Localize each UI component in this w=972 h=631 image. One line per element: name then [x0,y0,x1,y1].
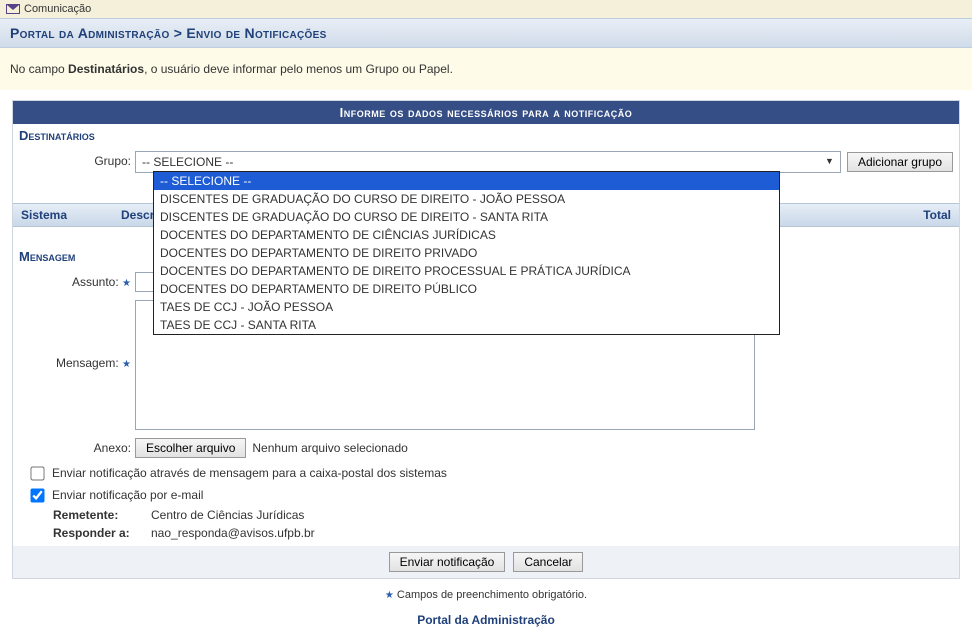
col-sistema: Sistema [13,204,113,226]
grupo-option[interactable]: DOCENTES DO DEPARTAMENTO DE DIREITO PÚBL… [154,280,779,298]
mail-icon [6,4,20,14]
header-bar: Comunicação [0,0,972,18]
no-file-text: Nenhum arquivo selecionado [252,441,407,455]
hint-suffix: , o usuário deve informar pelo menos um … [144,62,453,76]
form-title: Informe os dados necessários para a noti… [13,101,959,124]
chk-caixa-label: Enviar notificação através de mensagem p… [52,466,447,480]
responder-label: Responder a: [53,526,145,540]
grupo-option-selected[interactable]: -- SELECIONE -- [154,172,779,190]
breadcrumb: Portal da Administração > Envio de Notif… [0,18,972,48]
remetente-label: Remetente: [53,508,145,522]
choose-file-button[interactable]: Escolher arquivo [135,438,246,458]
required-star-icon: ★ [385,590,394,601]
grupo-option[interactable]: DISCENTES DE GRADUAÇÃO DO CURSO DE DIREI… [154,208,779,226]
grupo-label: Grupo: [19,151,135,168]
mensagem-label: Mensagem: [56,356,119,370]
required-star-icon: ★ [122,278,131,289]
hint-bold: Destinatários [68,62,144,76]
grupo-option[interactable]: DOCENTES DO DEPARTAMENTO DE DIREITO PRIV… [154,244,779,262]
breadcrumb-text: Portal da Administração > Envio de Notif… [10,25,327,41]
required-note: ★ Campos de preenchimento obrigatório. [0,581,972,609]
grupo-option[interactable]: TAES DE CCJ - JOÃO PESSOA [154,298,779,316]
chk-email-row: Enviar notificação por e-mail [13,484,959,506]
form-container: Informe os dados necessários para a noti… [12,100,960,579]
hint-prefix: No campo [10,62,68,76]
remetente-value: Centro de Ciências Jurídicas [151,508,304,522]
grupo-option[interactable]: DISCENTES DE GRADUAÇÃO DO CURSO DE DIREI… [154,190,779,208]
grupo-option[interactable]: TAES DE CCJ - SANTA RITA [154,316,779,334]
responder-value: nao_responda@avisos.ufpb.br [151,526,315,540]
anexo-row: Anexo: Escolher arquivo Nenhum arquivo s… [13,434,959,462]
required-note-text: Campos de preenchimento obrigatório. [397,589,587,601]
col-total: Total [859,204,959,226]
actions-bar: Enviar notificação Cancelar [13,546,959,578]
grupo-dropdown[interactable]: -- SELECIONE -- DISCENTES DE GRADUAÇÃO D… [153,171,780,335]
grupo-row: Grupo: -- SELECIONE -- Adicionar grupo -… [13,147,959,177]
grupo-option[interactable]: DOCENTES DO DEPARTAMENTO DE DIREITO PROC… [154,262,779,280]
grupo-option[interactable]: DOCENTES DO DEPARTAMENTO DE CIÊNCIAS JUR… [154,226,779,244]
hint-message: No campo Destinatários, o usuário deve i… [0,48,972,90]
grupo-select[interactable]: -- SELECIONE -- [135,151,841,173]
required-star-icon: ★ [122,359,131,370]
cancelar-button[interactable]: Cancelar [513,552,583,572]
enviar-button[interactable]: Enviar notificação [389,552,506,572]
chk-caixa-postal[interactable] [30,466,44,480]
chk-email[interactable] [30,488,44,502]
footer-link[interactable]: Portal da Administração [0,609,972,631]
section-destinatarios: Destinatários [13,124,959,147]
anexo-label: Anexo: [19,438,135,455]
assunto-label: Assunto: [72,275,119,289]
header-title: Comunicação [24,3,91,15]
responder-row: Responder a: nao_responda@avisos.ufpb.br [13,524,959,546]
chk-email-label: Enviar notificação por e-mail [52,488,203,502]
remetente-row: Remetente: Centro de Ciências Jurídicas [13,506,959,524]
chk-caixa-row: Enviar notificação através de mensagem p… [13,462,959,484]
adicionar-grupo-button[interactable]: Adicionar grupo [847,152,953,172]
